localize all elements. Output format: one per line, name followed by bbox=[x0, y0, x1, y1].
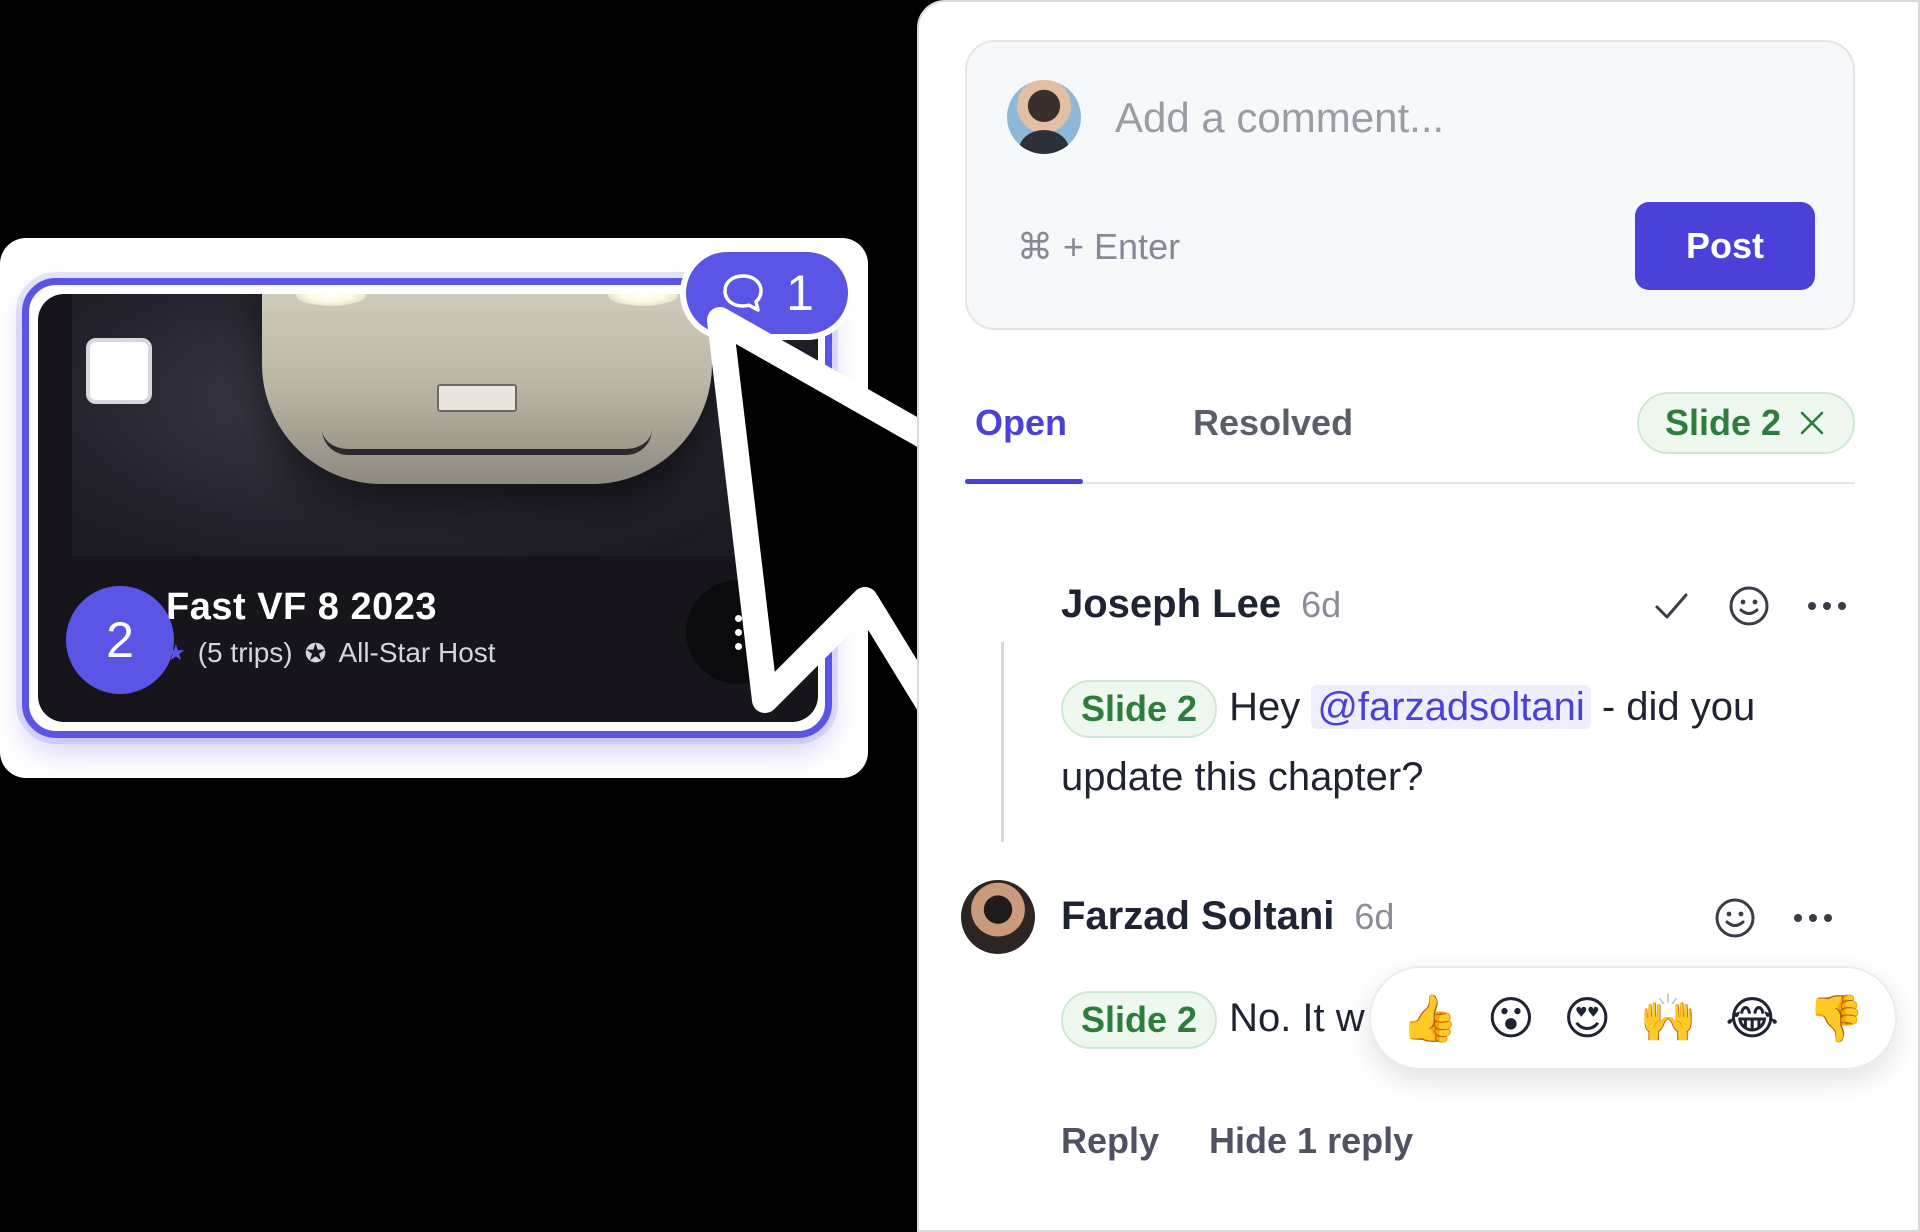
more-options-icon[interactable] bbox=[1805, 584, 1849, 628]
comment-body: Slide 2 Hey @farzadsoltani - did you upda… bbox=[1061, 672, 1841, 812]
comment-input[interactable] bbox=[1115, 86, 1815, 150]
post-button[interactable]: Post bbox=[1635, 202, 1815, 290]
slide-number-badge: 2 bbox=[66, 586, 174, 694]
host-badge: All-Star Host bbox=[338, 637, 496, 668]
comment-time: 6d bbox=[1354, 896, 1395, 937]
add-reaction-icon[interactable] bbox=[1727, 584, 1771, 628]
hide-replies-button[interactable]: Hide 1 reply bbox=[1209, 1120, 1413, 1162]
current-user-avatar bbox=[1007, 80, 1081, 154]
slide-tag[interactable]: Slide 2 bbox=[1061, 680, 1218, 739]
comment-time: 6d bbox=[1301, 584, 1342, 625]
author-avatar bbox=[961, 880, 1035, 954]
active-tab-indicator bbox=[965, 479, 1083, 484]
more-options-icon[interactable] bbox=[1791, 896, 1835, 940]
comments-panel: ⌘ + Enter Post Open Resolved Slide 2 Jos… bbox=[917, 0, 1920, 1232]
shortcut-hint: ⌘ + Enter bbox=[1017, 226, 1181, 267]
select-checkbox[interactable] bbox=[86, 338, 152, 404]
reply-actions: Reply Hide 1 reply bbox=[1061, 1120, 1413, 1162]
comment-author: Farzad Soltani bbox=[1061, 894, 1335, 938]
thumbs-up-icon[interactable]: 👍 bbox=[1401, 995, 1458, 1041]
surprised-face-icon[interactable]: 😮 bbox=[1487, 995, 1535, 1041]
listing-info: Fast VF 8 2023 ★ (5 trips) ✪ All-Star Ho… bbox=[166, 586, 496, 669]
slide-tag[interactable]: Slide 2 bbox=[1061, 991, 1218, 1050]
comment-author: Joseph Lee bbox=[1061, 582, 1282, 626]
user-mention[interactable]: @farzadsoltani bbox=[1311, 685, 1591, 729]
listing-meta: ★ (5 trips) ✪ All-Star Host bbox=[166, 637, 496, 669]
thread-line bbox=[1001, 642, 1004, 842]
award-icon: ✪ bbox=[304, 637, 327, 668]
car-image bbox=[262, 294, 712, 484]
heart-eyes-icon[interactable]: 😍 bbox=[1563, 995, 1611, 1041]
filter-chip-label: Slide 2 bbox=[1664, 402, 1781, 443]
resolve-check-icon[interactable] bbox=[1649, 584, 1693, 628]
laughing-face-icon[interactable]: 😂 bbox=[1725, 995, 1779, 1041]
comment-actions bbox=[1713, 896, 1835, 940]
comment-header: Joseph Lee 6d bbox=[1061, 582, 1341, 627]
comment-actions bbox=[1649, 584, 1849, 628]
comment-tabs: Open Resolved Slide 2 bbox=[965, 392, 1855, 484]
slide-filter-chip[interactable]: Slide 2 bbox=[1636, 392, 1855, 454]
close-icon[interactable] bbox=[1797, 408, 1827, 438]
reaction-picker: 👍 😮 😍 🙌 😂 👎 bbox=[1369, 966, 1897, 1070]
reply-button[interactable]: Reply bbox=[1061, 1120, 1159, 1162]
raised-hands-icon[interactable]: 🙌 bbox=[1640, 995, 1697, 1041]
thumbs-down-icon[interactable]: 👎 bbox=[1807, 995, 1864, 1041]
listing-title: Fast VF 8 2023 bbox=[166, 586, 438, 628]
trips-count: (5 trips) bbox=[197, 637, 293, 668]
tab-open[interactable]: Open bbox=[975, 402, 1067, 444]
add-reaction-icon[interactable] bbox=[1713, 896, 1757, 940]
tab-resolved[interactable]: Resolved bbox=[1193, 402, 1353, 444]
comment-header: Farzad Soltani 6d bbox=[1061, 894, 1394, 939]
comment-composer: ⌘ + Enter Post bbox=[965, 40, 1855, 330]
